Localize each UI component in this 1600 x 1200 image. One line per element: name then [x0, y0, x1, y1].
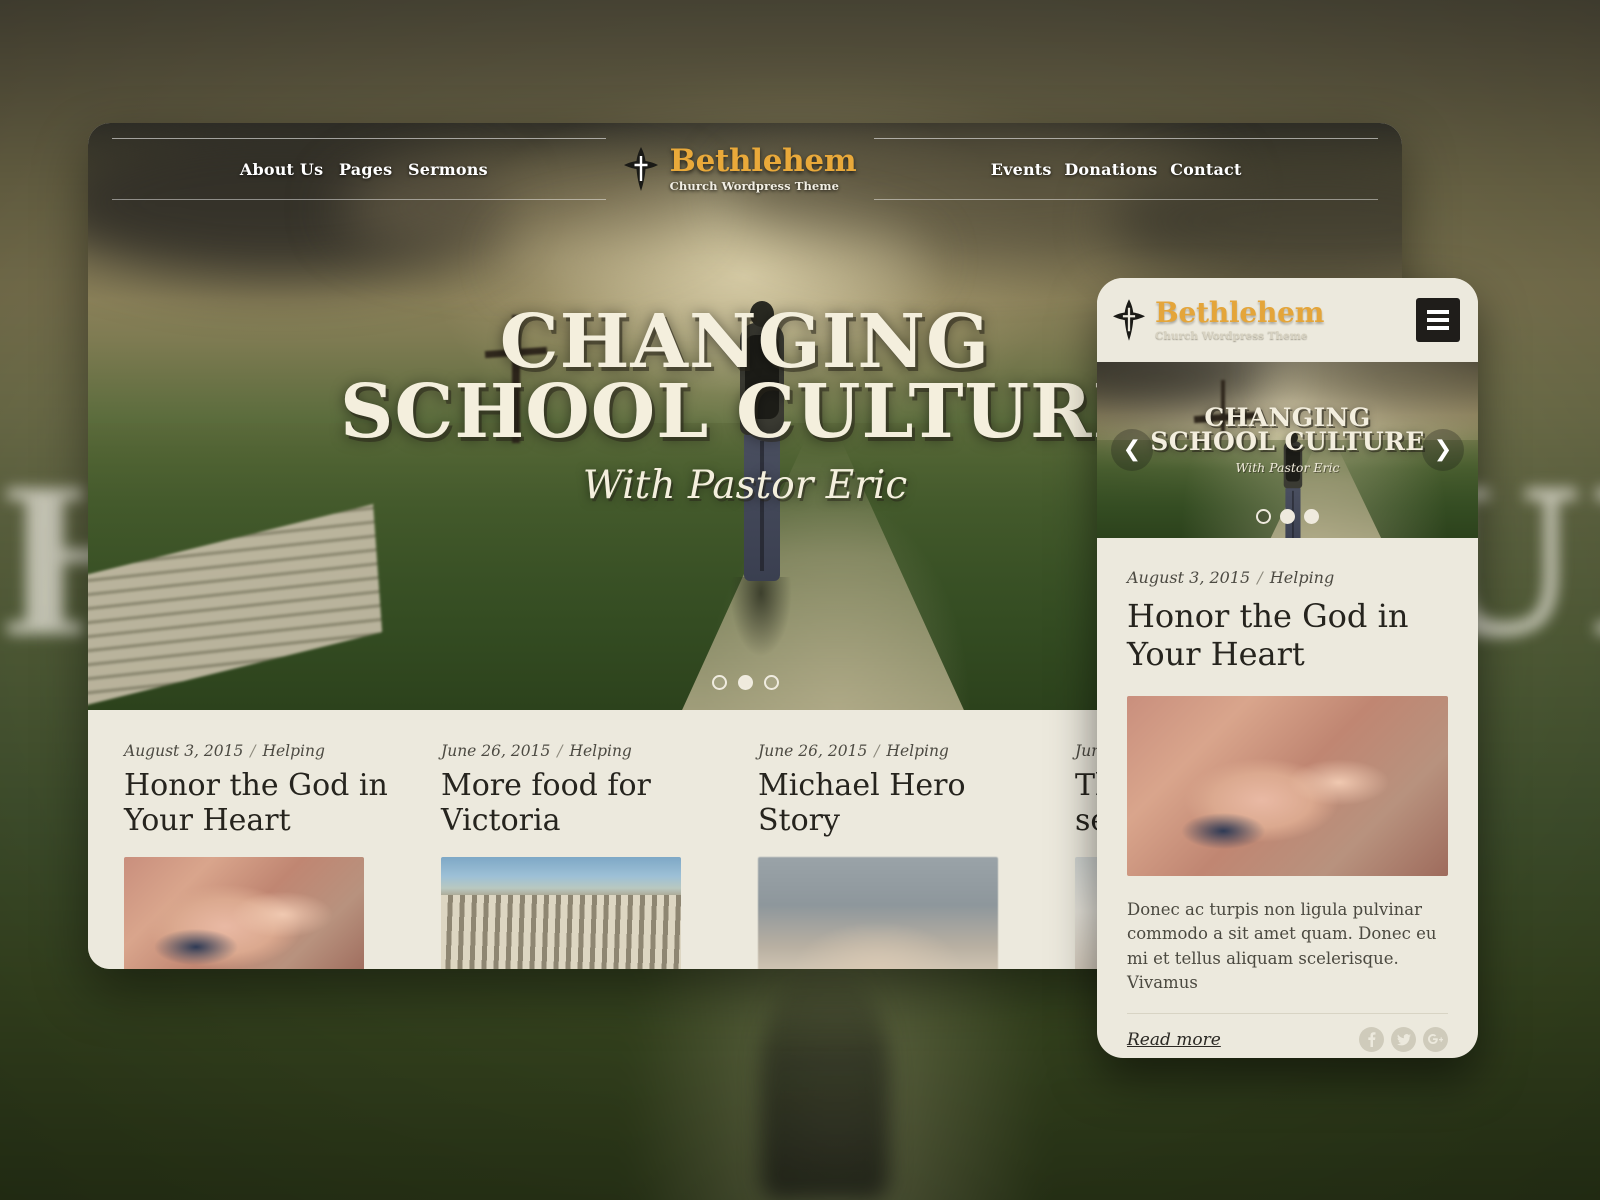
- cross-icon: [623, 147, 658, 191]
- mobile-post-excerpt: Donec ac turpis non ligula pulvinar comm…: [1127, 899, 1437, 992]
- post-category[interactable]: Helping: [569, 742, 631, 760]
- chevron-right-icon[interactable]: ❯: [1422, 429, 1464, 471]
- meta-separator: /: [874, 742, 880, 760]
- hero-cloud: [508, 213, 928, 303]
- post-title-line-2: Story: [758, 803, 840, 839]
- post-title-line-1: Honor the God in: [124, 768, 388, 803]
- mobile-post-image[interactable]: [1127, 695, 1448, 876]
- facebook-icon[interactable]: [1359, 1027, 1384, 1053]
- mobile-hero-title-line-2: SCHOOL CULTURE: [1150, 427, 1425, 456]
- chevron-left-icon[interactable]: ❮: [1111, 429, 1153, 471]
- post-thumbnail[interactable]: [758, 856, 998, 969]
- post-meta: June 26, 2015 / Helping: [758, 742, 1055, 760]
- mobile-brand-tagline: Church Wordpress Theme: [1155, 329, 1308, 342]
- post-meta: June 26, 2015 / Helping: [441, 742, 738, 760]
- mobile-article: August 3, 2015 / Helping Honor the God i…: [1097, 538, 1478, 1053]
- meta-separator: /: [250, 742, 256, 760]
- post-title[interactable]: Honor the God in Your Heart: [124, 768, 421, 839]
- mobile-post-footer: Read more: [1127, 1013, 1448, 1053]
- desktop-navbar: About Us Pages Sermons Bethlehem Church …: [88, 123, 1402, 215]
- page-stage: SCHOOL CULTURE About Us Pages: [0, 0, 1600, 1200]
- slider-dot-1[interactable]: [711, 675, 727, 690]
- post-date: August 3, 2015: [124, 742, 244, 760]
- nav-link-events[interactable]: Events: [991, 160, 1052, 179]
- post-thumbnail[interactable]: [441, 856, 681, 969]
- navbar-right-links: Events Donations Contact: [874, 138, 1378, 200]
- brand-name: Bethlehem: [669, 142, 857, 179]
- mobile-brand-name: Bethlehem: [1155, 295, 1325, 329]
- post-card[interactable]: August 3, 2015 / Helping Honor the God i…: [124, 742, 421, 969]
- post-title[interactable]: More food for Victoria: [441, 768, 738, 839]
- post-card[interactable]: June 26, 2015 / Helping More food for Vi…: [441, 742, 738, 969]
- site-brand[interactable]: Bethlehem Church Wordpress Theme: [606, 142, 875, 193]
- mobile-slider-dot-3[interactable]: [1304, 509, 1319, 524]
- mobile-slider: CHANGING SCHOOL CULTURE With Pastor Eric…: [1097, 362, 1478, 538]
- meta-separator: /: [1257, 568, 1263, 587]
- nav-link-contact[interactable]: Contact: [1170, 160, 1241, 179]
- post-date: June 26, 2015: [758, 742, 868, 760]
- mobile-post-category[interactable]: Helping: [1270, 568, 1334, 587]
- hamburger-icon[interactable]: [1416, 298, 1460, 342]
- mobile-slider-dot-1[interactable]: [1256, 509, 1271, 524]
- meta-separator: /: [557, 742, 563, 760]
- slider-dot-2[interactable]: [737, 675, 753, 690]
- mobile-post-title[interactable]: Honor the God in Your Heart: [1127, 597, 1448, 674]
- post-meta: August 3, 2015 / Helping: [124, 742, 421, 760]
- mobile-hero-subtitle: With Pastor Eric: [1235, 460, 1340, 475]
- cross-icon: [1113, 299, 1145, 341]
- slider-dot-3[interactable]: [763, 675, 779, 690]
- mobile-slider-dot-2[interactable]: [1280, 509, 1295, 524]
- mobile-hero-caption: CHANGING SCHOOL CULTURE With Pastor Eric: [1097, 405, 1478, 475]
- post-title-line-1: More food for: [441, 768, 651, 803]
- google-plus-icon[interactable]: [1423, 1027, 1448, 1053]
- post-title-line-2: Victoria: [441, 803, 561, 839]
- post-thumbnail[interactable]: [124, 856, 364, 969]
- post-title[interactable]: Michael Hero Story: [758, 768, 1055, 839]
- post-title-line-2: Your Heart: [124, 803, 291, 839]
- mobile-post-meta: August 3, 2015 / Helping: [1127, 568, 1448, 587]
- post-category[interactable]: Helping: [262, 742, 324, 760]
- mobile-header: Bethlehem Church Wordpress Theme: [1097, 278, 1478, 362]
- post-date: June 26, 2015: [441, 742, 551, 760]
- post-card[interactable]: June 26, 2015 / Helping Michael Hero Sto…: [758, 742, 1055, 969]
- mobile-post-title-line-1: Honor the God in: [1127, 597, 1409, 635]
- brand-tagline: Church Wordpress Theme: [669, 178, 840, 193]
- read-more-link[interactable]: Read more: [1127, 1030, 1221, 1050]
- post-title-line-1: Michael Hero: [758, 768, 966, 803]
- twitter-icon[interactable]: [1391, 1027, 1416, 1053]
- navbar-left-links: About Us Pages Sermons: [112, 138, 606, 200]
- mobile-post-date: August 3, 2015: [1127, 568, 1251, 587]
- nav-link-about-us[interactable]: About Us: [240, 160, 323, 179]
- mobile-slider-dots: [1097, 509, 1478, 524]
- nav-link-pages[interactable]: Pages: [339, 160, 392, 179]
- social-links: [1359, 1027, 1448, 1053]
- nav-link-donations[interactable]: Donations: [1064, 160, 1157, 179]
- mobile-post-title-line-2: Your Heart: [1127, 635, 1305, 674]
- post-category[interactable]: Helping: [886, 742, 948, 760]
- mobile-mockup: Bethlehem Church Wordpress Theme CHANGIN…: [1097, 278, 1478, 1058]
- nav-link-sermons[interactable]: Sermons: [408, 160, 488, 179]
